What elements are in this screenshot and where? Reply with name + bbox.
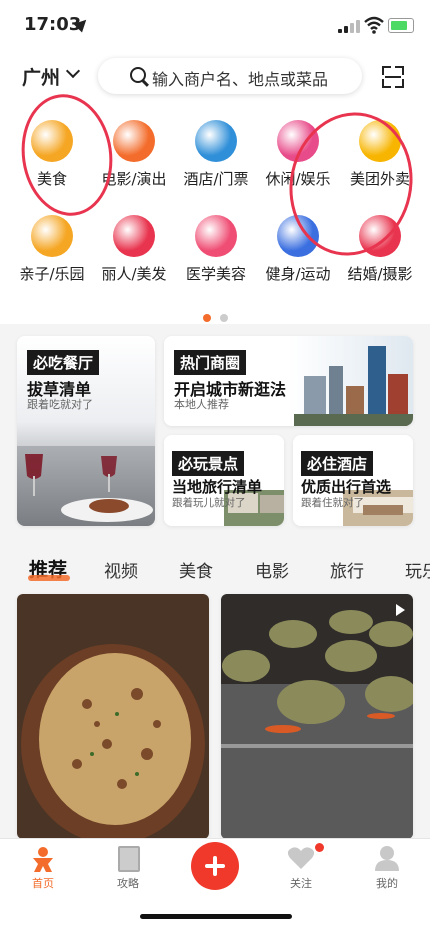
category-label: 休闲/娱乐 bbox=[265, 170, 331, 188]
category-7[interactable]: 医学美容 bbox=[173, 215, 259, 284]
feed-tab-4[interactable]: 旅行 bbox=[330, 557, 364, 582]
feed-item-claypot-stove[interactable] bbox=[221, 594, 413, 839]
category-label: 电影/演出 bbox=[101, 170, 167, 188]
search-placeholder[interactable]: 输入商户名、地点或菜品 bbox=[152, 66, 328, 90]
active-tab-underline bbox=[28, 575, 70, 581]
category-5[interactable]: 亲子/乐园 bbox=[9, 215, 95, 284]
card-subtitle: 跟着吃就对了 bbox=[27, 398, 93, 411]
feed-tab-1[interactable]: 视频 bbox=[104, 557, 138, 582]
cat-mascot-icon bbox=[113, 120, 155, 162]
category-label: 亲子/乐园 bbox=[19, 265, 85, 283]
woman-hair-icon bbox=[113, 215, 155, 257]
feed-item-claypot-rice[interactable] bbox=[17, 594, 209, 839]
category-label: 丽人/美发 bbox=[101, 265, 167, 283]
card-tag: 热门商圈 bbox=[174, 350, 247, 375]
battery-icon bbox=[388, 18, 414, 33]
claypot-rice-photo bbox=[17, 594, 209, 839]
card-subtitle: 本地人推荐 bbox=[174, 398, 229, 411]
category-label: 健身/运动 bbox=[265, 265, 331, 283]
notification-dot bbox=[315, 843, 324, 852]
tab-guide-label[interactable]: 攻略 bbox=[98, 875, 158, 891]
card-title: 当地旅行清单 bbox=[172, 478, 263, 496]
card-must-eat[interactable]: 必吃餐厅 拔草清单 跟着吃就对了 bbox=[17, 336, 155, 526]
book-icon[interactable] bbox=[118, 846, 140, 872]
kangaroo-icon bbox=[359, 120, 401, 162]
cocktail-icon bbox=[277, 120, 319, 162]
card-title: 优质出行首选 bbox=[301, 478, 392, 496]
battery-level bbox=[391, 21, 407, 30]
search-icon bbox=[130, 67, 146, 83]
category-label: 美团外卖 bbox=[349, 170, 410, 188]
category-3[interactable]: 休闲/娱乐 bbox=[255, 120, 341, 189]
tab-home-label[interactable]: 首页 bbox=[13, 875, 73, 891]
category-label: 医学美容 bbox=[185, 265, 246, 283]
category-0[interactable]: 美食 bbox=[9, 120, 95, 189]
video-play-icon bbox=[396, 604, 405, 616]
category-2[interactable]: 酒店/门票 bbox=[173, 120, 259, 189]
card-tag: 必住酒店 bbox=[301, 451, 374, 476]
category-1[interactable]: 电影/演出 bbox=[91, 120, 177, 189]
card-subtitle: 跟着玩儿就对了 bbox=[172, 497, 246, 509]
page-dot bbox=[220, 314, 228, 322]
city-selector[interactable]: 广州 bbox=[22, 63, 60, 90]
tab-follow-label[interactable]: 关注 bbox=[271, 875, 331, 891]
category-4[interactable]: 美团外卖 bbox=[337, 120, 423, 189]
dumbbell-icon bbox=[277, 215, 319, 257]
feed-tab-3[interactable]: 电影 bbox=[255, 557, 289, 582]
face-icon bbox=[195, 215, 237, 257]
tab-mine-label[interactable]: 我的 bbox=[357, 875, 417, 891]
cellular-signal-icon bbox=[338, 19, 360, 33]
category-8[interactable]: 健身/运动 bbox=[255, 215, 341, 284]
feed-tab-2[interactable]: 美食 bbox=[179, 557, 213, 582]
ribbon-icon bbox=[359, 215, 401, 257]
category-6[interactable]: 丽人/美发 bbox=[91, 215, 177, 284]
heart-icon[interactable] bbox=[287, 846, 315, 870]
category-9[interactable]: 结婚/摄影 bbox=[337, 215, 423, 284]
page-dot-active bbox=[203, 314, 211, 322]
card-must-play[interactable]: 必玩景点 当地旅行清单 跟着玩儿就对了 bbox=[164, 435, 284, 526]
category-label: 结婚/摄影 bbox=[347, 265, 413, 283]
category-label: 酒店/门票 bbox=[183, 170, 249, 188]
scan-icon[interactable] bbox=[382, 66, 404, 88]
card-hot-mall[interactable]: 热门商圈 开启城市新逛法 本地人推荐 bbox=[164, 336, 413, 426]
family-icon bbox=[31, 215, 73, 257]
card-tag: 必玩景点 bbox=[172, 451, 245, 476]
card-subtitle: 跟着住就对了 bbox=[301, 497, 364, 509]
category-label: 美食 bbox=[36, 170, 67, 188]
card-tag: 必吃餐厅 bbox=[27, 350, 100, 375]
home-indicator bbox=[140, 914, 292, 919]
feed-tab-5[interactable]: 玩乐 bbox=[405, 557, 430, 582]
post-button[interactable] bbox=[191, 842, 239, 890]
status-time: 17:03 bbox=[24, 14, 82, 35]
claypot-stove-photo bbox=[221, 594, 413, 839]
person-icon[interactable] bbox=[374, 845, 400, 871]
building-icon bbox=[195, 120, 237, 162]
card-must-stay[interactable]: 必住酒店 优质出行首选 跟着住就对了 bbox=[293, 435, 413, 526]
roast-chicken-icon bbox=[31, 120, 73, 162]
wifi-icon bbox=[364, 16, 384, 34]
home-mascot-icon[interactable] bbox=[30, 846, 56, 876]
